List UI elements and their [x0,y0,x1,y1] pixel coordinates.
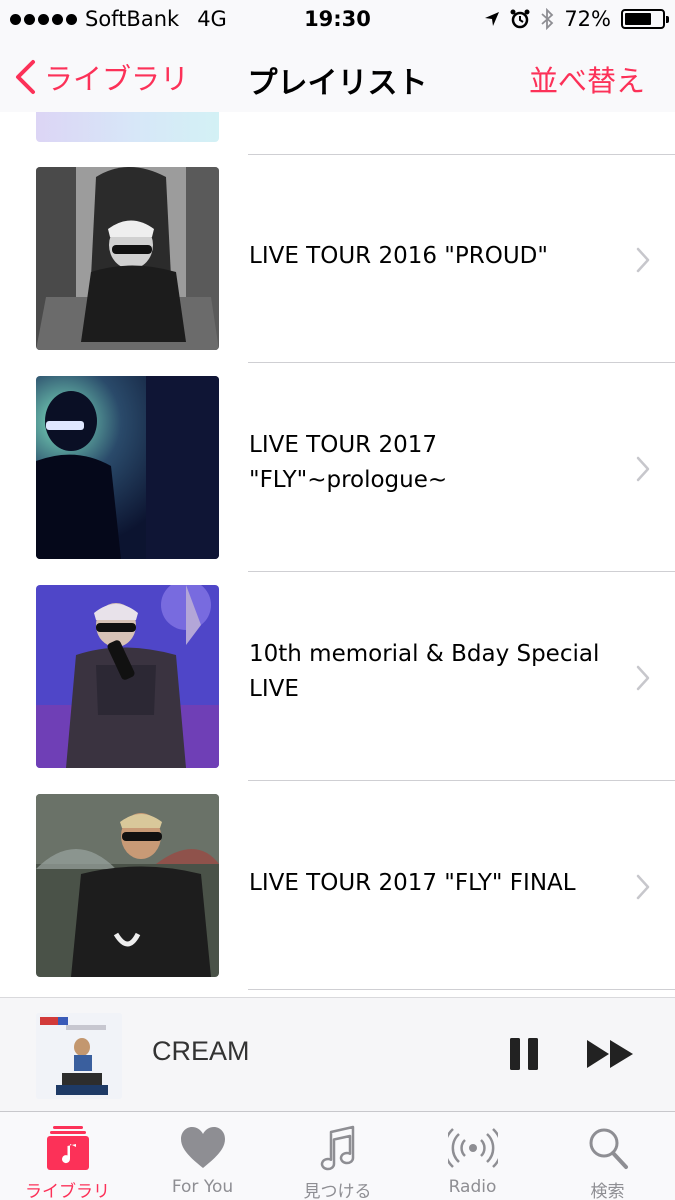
playlist-artwork [36,585,219,768]
playlist-title: LIVE TOUR 2016 "PROUD" [249,243,548,269]
playlist-artwork [36,794,219,977]
fast-forward-button[interactable] [585,1038,635,1070]
tab-label: For You [171,1177,234,1197]
playlist-row[interactable]: LIVE TOUR 2016 "PROUD" [0,154,675,362]
tab-radio[interactable]: Radio [405,1112,540,1200]
heart-icon [180,1127,225,1168]
tab-bar: ライブラリ For You 見つける Radio 検索 [0,1111,675,1200]
playlist-title: 10th memorial & Bday Special LIVE [249,641,600,702]
row-separator [248,989,675,990]
playlist-artwork-partial [36,112,219,142]
radio-icon [447,1128,498,1168]
playlist-artwork [36,376,219,559]
playlist-row[interactable]: LIVE TOUR 2017 "FLY" FINAL [0,781,675,989]
tab-search[interactable]: 検索 [540,1112,675,1200]
location-arrow-icon [485,12,500,26]
now-playing-artwork [36,1013,122,1099]
tab-label: 見つける [303,1182,372,1200]
music-note-icon [320,1125,354,1171]
playlist-row[interactable]: 10th memorial & Bday Special LIVE [0,572,675,780]
mini-player[interactable]: CREAM [0,997,675,1111]
alarm-icon [510,9,530,29]
bluetooth-icon [541,8,554,30]
battery-percent: 72% [564,7,611,31]
chevron-right-icon [636,456,650,482]
battery-icon [621,9,669,29]
search-icon [589,1128,628,1169]
chevron-right-icon [636,874,650,900]
playlist-list[interactable]: LIVE TOUR 2016 "PROUD" LIVE TOUR 2017 "F… [0,112,675,997]
library-icon [46,1126,89,1170]
tab-label: 検索 [590,1182,625,1200]
battery-fill [625,13,651,25]
playlist-row[interactable]: LIVE TOUR 2017 "FLY"~prologue~ [0,363,675,571]
playlist-title: LIVE TOUR 2017 "FLY" FINAL [249,870,576,896]
sort-button[interactable]: 並べ替え [529,58,645,100]
tab-label: Radio [448,1177,497,1197]
status-bar: SoftBank 4G 19:30 72% [0,0,675,40]
navigation-bar: ライブラリ プレイリスト 並べ替え [0,40,675,112]
chevron-right-icon [636,247,650,273]
pause-button[interactable] [508,1036,540,1072]
status-right: 72% [484,7,669,31]
tab-for-you[interactable]: For You [135,1112,270,1200]
tab-label: ライブラリ [25,1182,110,1200]
playlist-artwork [36,167,219,350]
now-playing-title: CREAM [152,1036,250,1066]
tab-browse[interactable]: 見つける [270,1112,405,1200]
chevron-right-icon [636,665,650,691]
tab-library[interactable]: ライブラリ [0,1112,135,1200]
playlist-title: LIVE TOUR 2017 "FLY"~prologue~ [249,432,448,493]
